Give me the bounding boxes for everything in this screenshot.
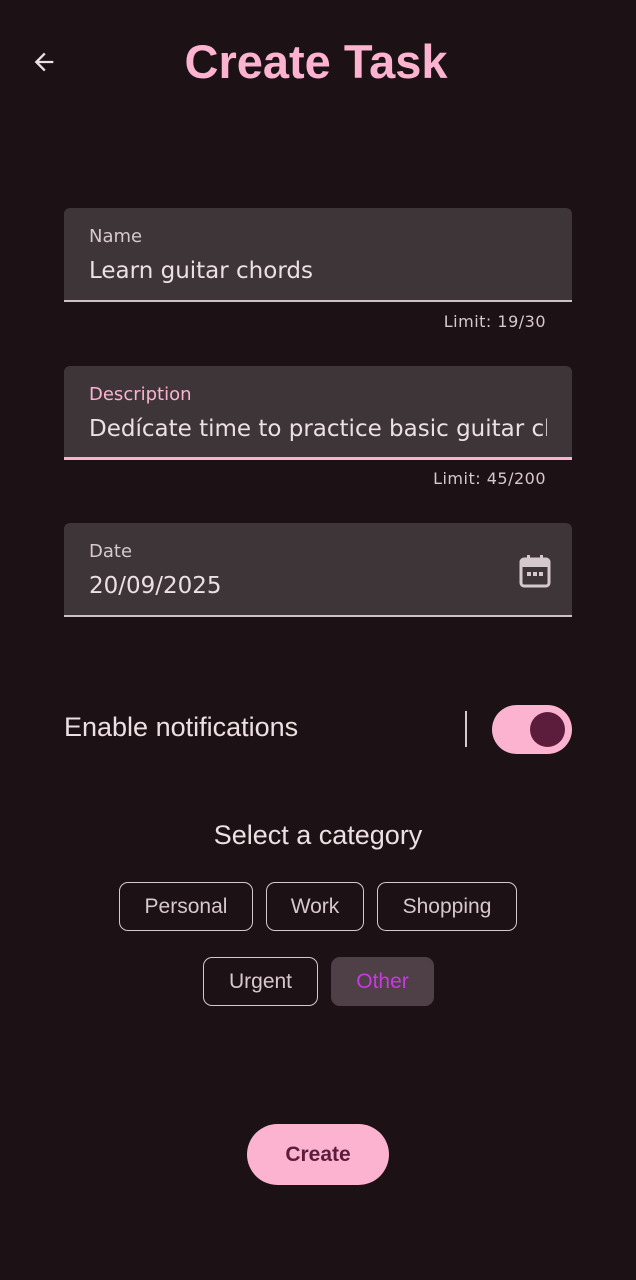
name-field-value[interactable]: Learn guitar chords xyxy=(89,258,547,284)
notifications-label: Enable notifications xyxy=(64,712,299,742)
name-limit-counter: Limit: 19/30 xyxy=(443,312,546,331)
date-field-label: Date xyxy=(89,541,133,562)
category-chip-personal[interactable]: Personal xyxy=(119,882,253,931)
description-limit-counter: Limit: 45/200 xyxy=(433,469,546,488)
notifications-divider xyxy=(465,711,467,747)
category-chip-work[interactable]: Work xyxy=(266,882,364,931)
name-field-label: Name xyxy=(89,226,143,247)
toggle-thumb xyxy=(530,712,565,747)
notifications-toggle[interactable] xyxy=(492,705,572,754)
name-field[interactable]: Name Learn guitar chords xyxy=(64,208,572,302)
date-field[interactable]: Date 20/09/2025 xyxy=(64,523,572,617)
page-title: Create Task xyxy=(184,35,448,88)
category-chip-other[interactable]: Other xyxy=(331,957,434,1006)
description-field-value[interactable]: Dedícate time to practice basic guitar c… xyxy=(89,416,547,442)
description-field-label: Description xyxy=(89,384,192,405)
create-button[interactable]: Create xyxy=(247,1124,389,1185)
calendar-icon xyxy=(519,555,551,588)
calendar-button[interactable] xyxy=(518,553,552,589)
category-chip-urgent[interactable]: Urgent xyxy=(203,957,318,1006)
category-title: Select a category xyxy=(213,820,423,850)
description-field[interactable]: Description Dedícate time to practice ba… xyxy=(64,366,572,460)
category-chip-shopping[interactable]: Shopping xyxy=(377,882,517,931)
date-field-value[interactable]: 20/09/2025 xyxy=(89,573,547,599)
